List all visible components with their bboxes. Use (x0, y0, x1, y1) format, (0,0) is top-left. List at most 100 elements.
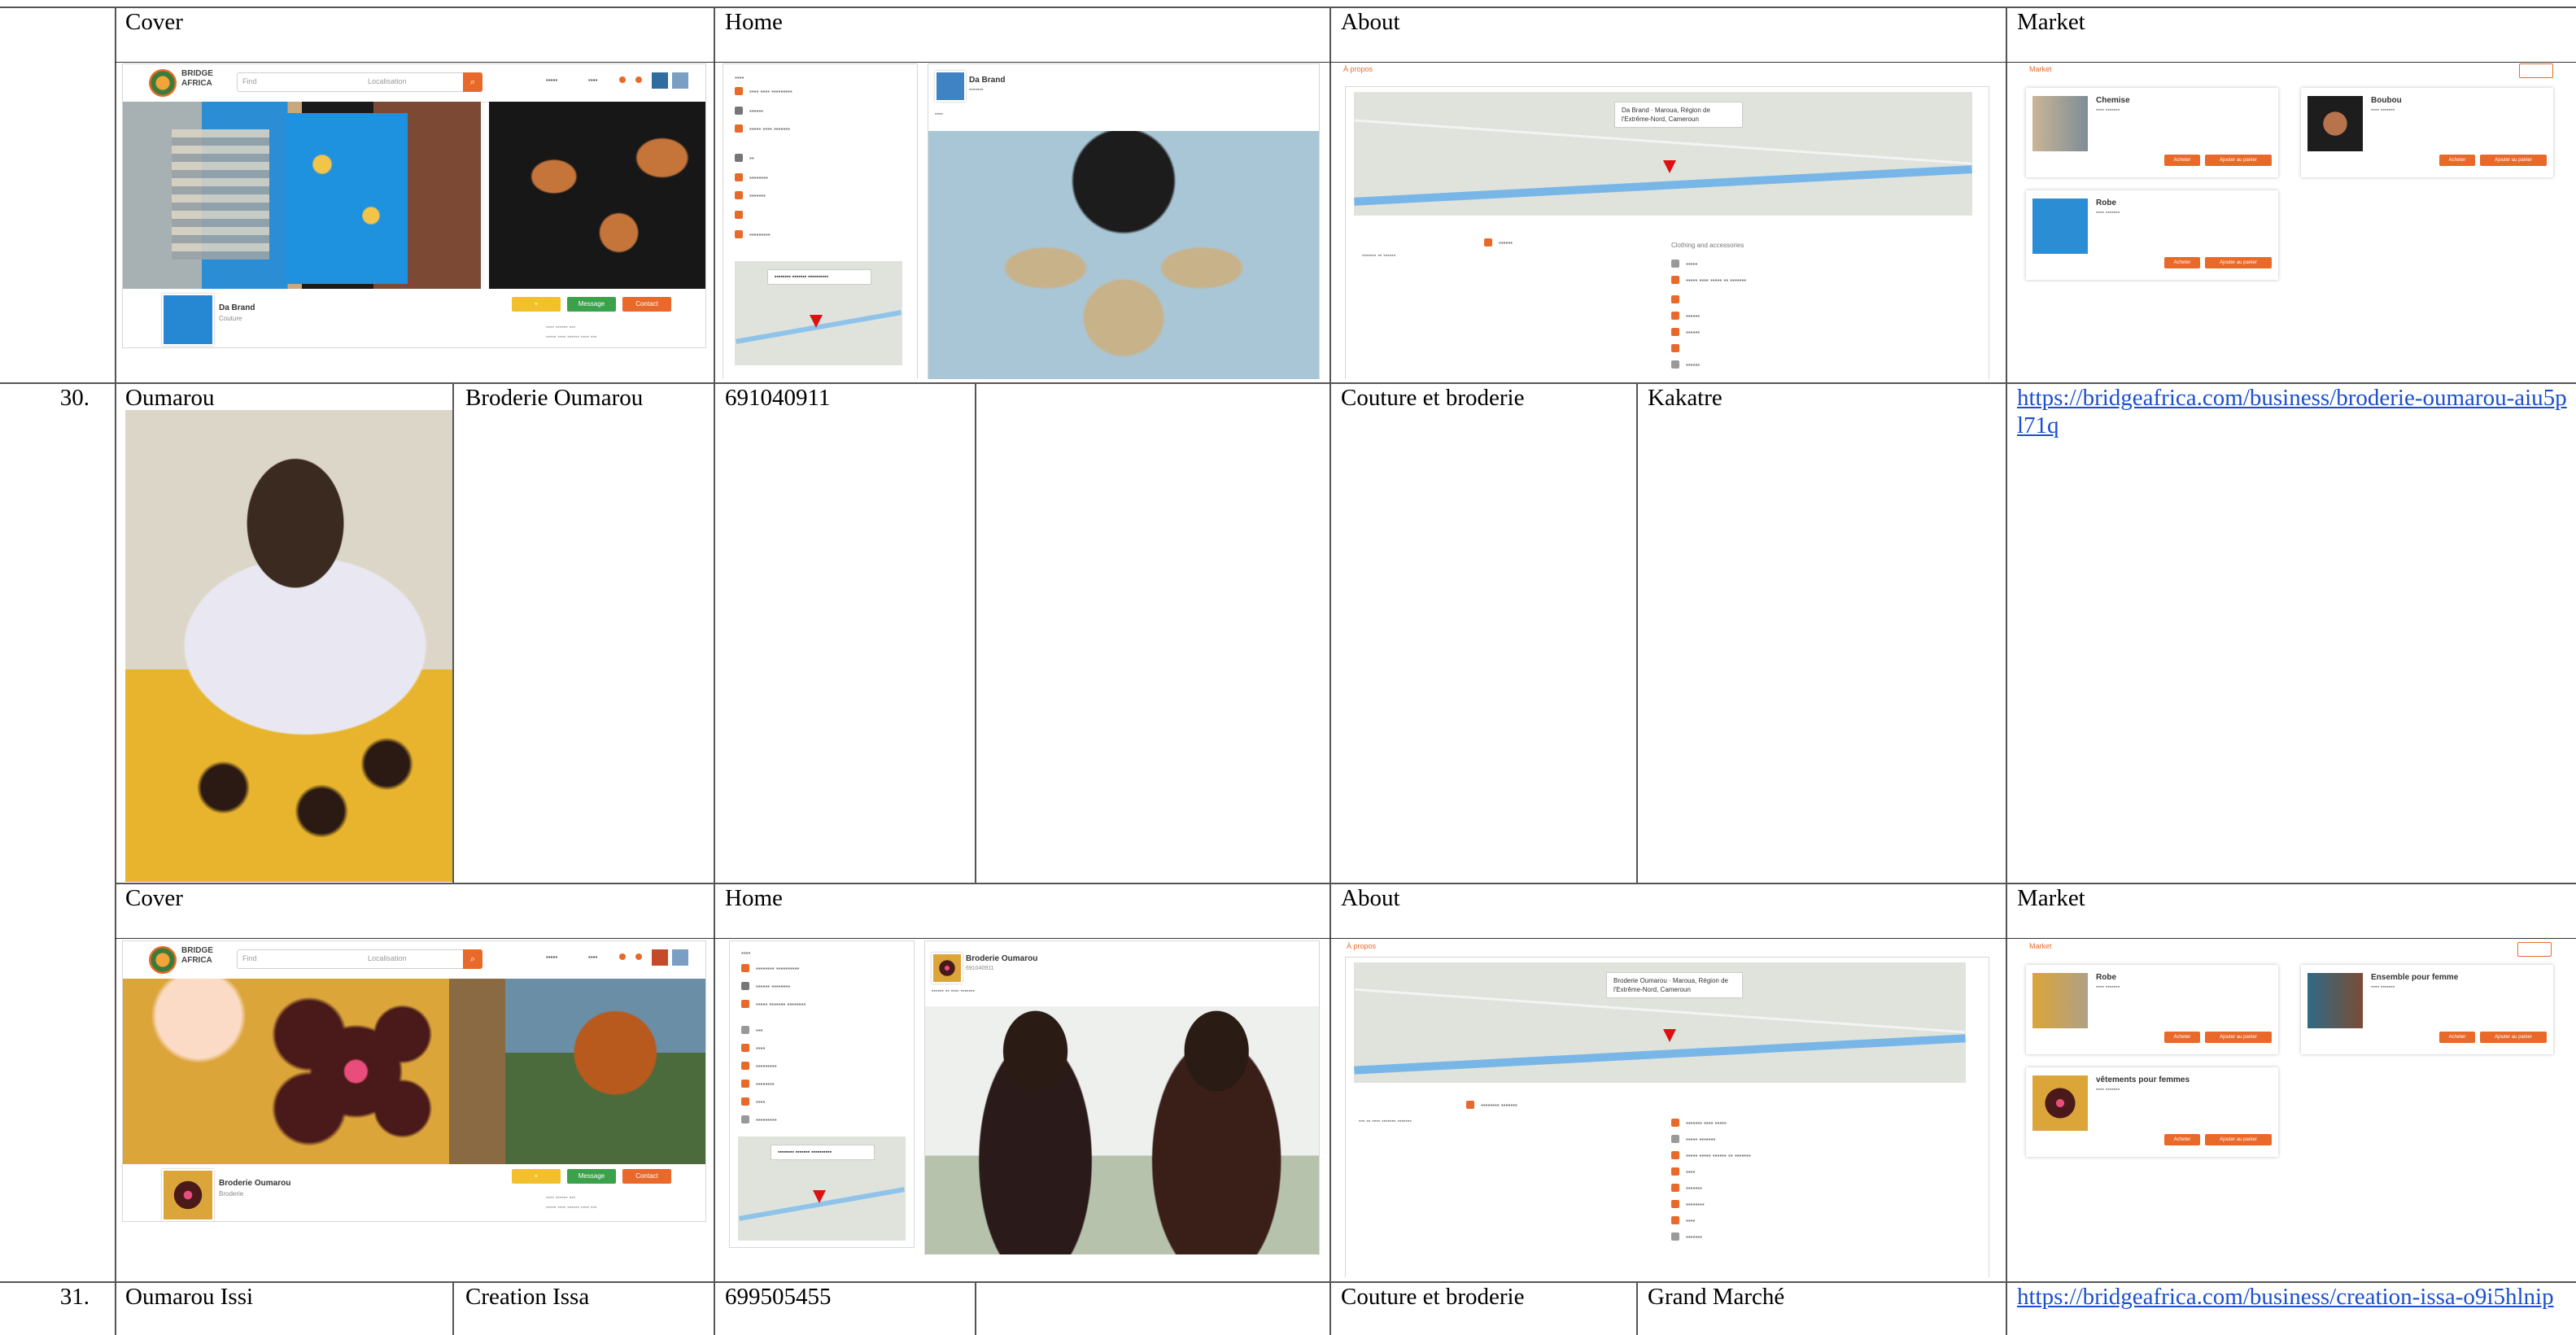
post-meta: ▪▪▪▪▪▪▪ (969, 87, 984, 93)
add-to-cart-button[interactable]: Ajouter au panier (2205, 155, 2272, 166)
map-pin-icon (1663, 160, 1676, 173)
product-name: Robe (2096, 199, 2116, 207)
avatar[interactable] (162, 294, 214, 346)
business-url-link[interactable]: https://bridgeafrica.com/business/broder… (2017, 384, 2570, 439)
market-label: Market (2029, 942, 2052, 950)
product-card[interactable]: Chemise ▪▪▪▪ ▪▪▪▪▪▪▪ Acheter Ajouter au … (2026, 88, 2278, 177)
sidebar-line: ▪▪▪▪▪▪ (735, 107, 763, 115)
sidebar-line: ▪▪▪▪▪▪▪▪▪ (741, 1062, 777, 1070)
buy-button[interactable]: Acheter (2164, 155, 2200, 166)
map-river (1354, 1034, 1966, 1075)
about-line: ▪▪▪▪▪▪ (1671, 328, 1700, 336)
avatar[interactable] (162, 1169, 214, 1221)
add-to-cart-button[interactable]: Ajouter au panier (2205, 257, 2272, 268)
sidebar-line: ▪▪▪▪ (735, 74, 744, 81)
market-add-button[interactable] (2519, 63, 2553, 78)
sidebar-line (735, 211, 749, 219)
header-market: Market (2017, 885, 2085, 911)
nav-link[interactable]: ▪▪▪▪ (588, 953, 597, 961)
follow-button[interactable]: + (512, 1169, 561, 1184)
cover-photo-detail (286, 113, 408, 284)
profile-meta: ▪▪▪▪ ▪▪▪▪▪▪ ▪▪▪ (546, 325, 576, 330)
sidebar-line: ▪▪▪▪▪▪▪▪ (741, 1080, 775, 1088)
header-market: Market (2017, 9, 2085, 35)
search-where-placeholder: Localisation (368, 77, 407, 85)
about-line: ▪▪▪▪▪▪▪▪ (1671, 1200, 1705, 1208)
avatar[interactable] (652, 72, 668, 89)
buy-button[interactable]: Acheter (2439, 155, 2475, 166)
message-icon[interactable] (635, 76, 642, 83)
map-thumbnail: ▪▪▪▪▪▪▪▪ ▪▪▪▪▪▪▪ ▪▪▪▪▪▪▪▪▪▪ (738, 1136, 906, 1241)
avatar[interactable] (672, 72, 688, 89)
buy-button[interactable]: Acheter (2164, 1032, 2200, 1043)
search-input[interactable]: Find Localisation ⌕ (237, 72, 482, 92)
nav-link[interactable]: ▪▪▪▪▪ (546, 953, 557, 961)
profile-meta: ▪▪▪▪▪ ▪▪▪▪ ▪▪▪▪▪▪ ▪▪▪▪ ▪▪▪ (546, 1205, 597, 1211)
notification-icon[interactable] (619, 76, 626, 83)
product-desc: ▪▪▪▪ ▪▪▪▪▪▪▪ (2096, 210, 2120, 216)
contact-button[interactable]: Contact (622, 1169, 671, 1184)
post-author: Broderie Oumarou (966, 954, 1038, 963)
product-card[interactable]: Ensemble pour femme ▪▪▪▪ ▪▪▪▪▪▪▪ Acheter… (2301, 965, 2553, 1054)
contact-button[interactable]: Contact (622, 297, 671, 312)
about-line: ▪▪▪▪▪▪▪ (1671, 1232, 1702, 1241)
about-line (1671, 295, 1686, 303)
map-pin-icon (1663, 1029, 1676, 1042)
buy-button[interactable]: Acheter (2164, 257, 2200, 268)
about-screenshot: À propos Broderie Oumarou · Maroua, Régi… (1338, 940, 1997, 1277)
about-description: ▪▪▪ ▪▪ ▪▪▪▪ ▪▪▪▪▪▪▪ ▪▪▪▪▪▪▪ (1359, 1119, 1412, 1124)
table-col-divider (452, 382, 454, 883)
map-callout: Da Brand · Maroua, Région de l'Extrême-N… (1614, 102, 1743, 128)
product-card[interactable]: Robe ▪▪▪▪ ▪▪▪▪▪▪▪ Acheter Ajouter au pan… (2026, 965, 2278, 1054)
add-to-cart-button[interactable]: Ajouter au panier (2205, 1032, 2272, 1043)
about-panel: Broderie Oumarou · Maroua, Région de l'E… (1345, 957, 1989, 1277)
product-desc: ▪▪▪▪ ▪▪▪▪▪▪▪ (2096, 984, 2120, 990)
follow-button[interactable]: + (512, 297, 561, 312)
sidebar-line: ▪▪▪▪ ▪▪▪▪ ▪▪▪▪▪▪▪▪▪ (735, 87, 792, 95)
market-add-button[interactable] (2517, 942, 2552, 957)
logo-text: BRIDGE AFRICA (181, 946, 213, 965)
table-col-divider (975, 382, 976, 883)
product-card[interactable]: Boubou ▪▪▪▪ ▪▪▪▪▪▪▪ Acheter Ajouter au p… (2301, 88, 2553, 177)
bridge-africa-logo (149, 69, 177, 97)
search-icon[interactable]: ⌕ (463, 949, 482, 969)
message-button[interactable]: Message (567, 297, 616, 312)
business-url-link[interactable]: https://bridgeafrica.com/business/creati… (2017, 1283, 2570, 1311)
market-screenshot: Market Robe ▪▪▪▪ ▪▪▪▪▪▪▪ Acheter Ajouter… (2015, 940, 2576, 1176)
buy-button[interactable]: Acheter (2439, 1032, 2475, 1043)
avatar[interactable] (652, 949, 668, 966)
add-to-cart-button[interactable]: Ajouter au panier (2205, 1134, 2272, 1145)
nav-link[interactable]: ▪▪▪▪▪ (546, 76, 557, 84)
avatar[interactable] (672, 949, 688, 966)
section-divider (115, 62, 2576, 63)
sidebar-line: ▪▪▪▪▪▪▪ (735, 191, 766, 199)
search-icon[interactable]: ⌕ (463, 72, 482, 92)
about-screenshot: À propos Da Brand · Maroua, Région de l'… (1338, 63, 1997, 379)
bridge-africa-logo (149, 946, 177, 974)
cover-screenshot: BRIDGE AFRICA Find Localisation ⌕ ▪▪▪▪▪ … (122, 63, 706, 348)
product-card[interactable]: vêtements pour femmes ▪▪▪▪ ▪▪▪▪▪▪▪ Achet… (2026, 1067, 2278, 1157)
search-input[interactable]: Find Localisation ⌕ (237, 949, 482, 969)
notification-icon[interactable] (619, 953, 626, 960)
add-to-cart-button[interactable]: Ajouter au panier (2480, 155, 2547, 166)
location: Kakatre (1648, 385, 1722, 411)
avatar[interactable] (935, 71, 966, 102)
add-to-cart-button[interactable]: Ajouter au panier (2480, 1032, 2547, 1043)
sidebar-line: ▪▪▪▪ (741, 1097, 765, 1106)
message-button[interactable]: Message (567, 1169, 616, 1184)
header-cover: Cover (125, 885, 183, 911)
about-line (1671, 344, 1686, 352)
nav-link[interactable]: ▪▪▪▪ (588, 76, 597, 84)
buy-button[interactable]: Acheter (2164, 1134, 2200, 1145)
product-image (2032, 199, 2088, 254)
about-line: ▪▪▪▪▪ ▪▪▪▪ ▪▪▪▪▪ ▪▪ ▪▪▪▪▪▪▪ (1671, 276, 1746, 284)
product-desc: ▪▪▪▪ ▪▪▪▪▪▪▪ (2096, 1087, 2120, 1093)
avatar[interactable] (932, 953, 963, 984)
product-card[interactable]: Robe ▪▪▪▪ ▪▪▪▪▪▪▪ Acheter Ajouter au pan… (2026, 190, 2278, 280)
about-line: ▪▪▪▪▪▪ (1671, 312, 1700, 320)
about-line: ▪▪▪▪▪ ▪▪▪▪▪ ▪▪▪▪▪▪ ▪▪ ▪▪▪▪▪▪▪ (1671, 1151, 1751, 1159)
message-icon[interactable] (635, 953, 642, 960)
owner-name: Oumarou (125, 385, 215, 411)
cover-photo-detail (505, 979, 705, 1164)
about-line: ▪▪▪▪▪▪▪▪ ▪▪▪▪▪▪▪ (1466, 1101, 1517, 1109)
